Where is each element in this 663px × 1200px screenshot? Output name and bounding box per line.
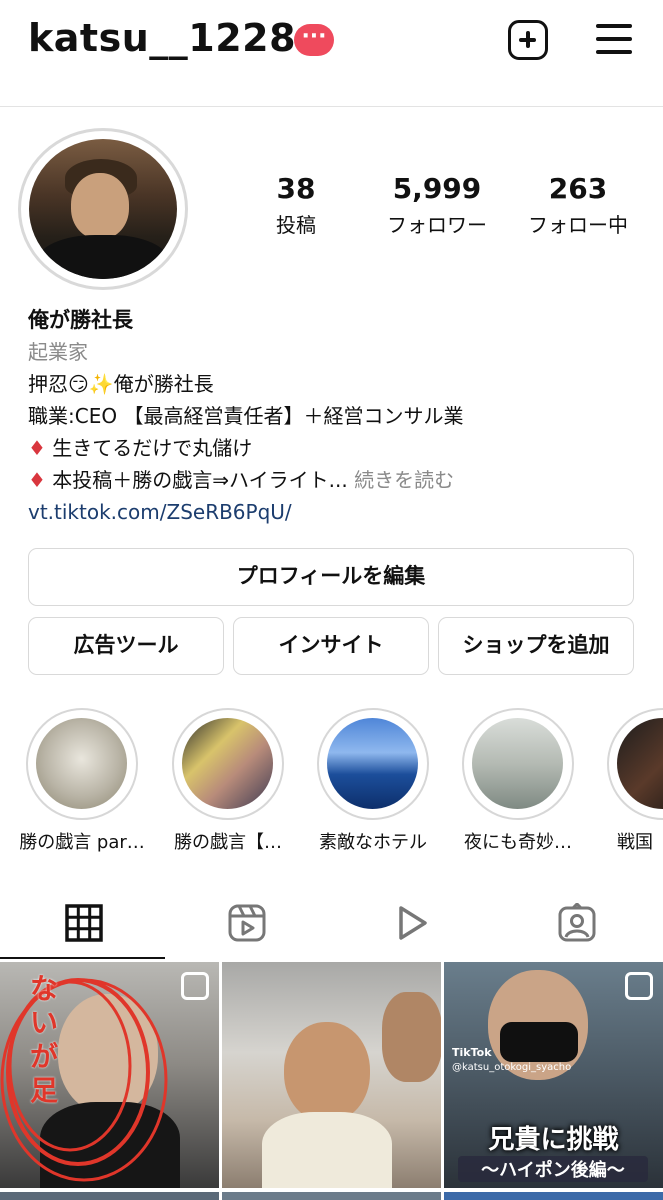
tab-video[interactable] [330,888,495,958]
post-title: 兄貴に挑戦 [488,1125,619,1155]
tiktok-handle: @katsu_otokogi_syacho [452,1062,572,1073]
post-thumbnail[interactable] [0,1192,219,1200]
grid-icon [65,904,103,942]
post-overlay-text: ないが足 [30,972,59,1107]
highlight-label: 夜にも奇妙… [464,832,572,853]
stat-posts[interactable]: 38 投稿 [254,172,338,238]
highlight-label: 勝の戯言 par… [19,832,145,853]
post-thumbnail[interactable]: TikTok @katsu_otokogi_syacho 兄貴に挑戦 〜ハイポン… [444,962,663,1188]
top-bar: katsu__1228 ··· [0,0,663,80]
highlight-item[interactable]: 勝の戯言【… [170,708,286,854]
notification-badge[interactable]: ··· [294,24,334,56]
profile-link[interactable]: vt.tiktok.com/ZSeRB6PqU/ [28,496,648,528]
post-subtitle: 〜ハイポン後編〜 [458,1156,648,1182]
post-thumbnail[interactable] [222,962,441,1188]
edit-profile-button[interactable]: プロフィールを編集 [28,548,634,606]
following-label: フォロー中 [528,213,628,237]
tab-grid[interactable] [0,888,165,959]
insights-button[interactable]: インサイト [233,617,429,675]
highlight-item[interactable]: 夜にも奇妙… [460,708,576,854]
play-icon [399,906,427,940]
add-shop-button[interactable]: ショップを追加 [438,617,634,675]
stat-followers[interactable]: 5,999 フォロワー [372,172,502,238]
header-divider [0,106,663,107]
content-tabs [0,888,663,960]
avatar-ring[interactable] [18,128,188,290]
highlight-label: 戦国 [617,832,653,853]
reel-icon [625,972,653,1000]
reel-icon [181,972,209,1000]
active-tab-indicator [0,957,165,959]
tiktok-tag: TikTok [452,1046,492,1059]
profile-name: 俺が勝社長 [28,308,133,332]
post-thumbnail[interactable] [222,1192,441,1200]
diamond-icon: ♦ [28,436,46,460]
tab-tagged[interactable] [495,888,660,958]
tab-reels[interactable] [165,888,330,958]
bio-line-diamond-1: ♦ 生きてるだけで丸儲け [28,436,253,460]
profile-category: 起業家 [28,340,88,364]
posts-count: 38 [276,172,316,205]
following-count: 263 [548,172,608,205]
reels-icon [228,904,266,942]
username-title[interactable]: katsu__1228 [28,16,296,60]
bio-line-diamond-2: ♦ 本投稿＋勝の戯言⇒ハイライト... 続きを読む [28,468,455,492]
highlight-item[interactable]: 素敵なホテル [315,708,431,854]
posts-label: 投稿 [276,213,316,237]
bio-section: 俺が勝社長 起業家 押忍😏✨俺が勝社長 職業:CEO 【最高経営責任者】＋経営コ… [28,304,648,528]
post-thumbnail[interactable] [444,1192,663,1200]
posts-grid: ないが足 TikTok @katsu_otokogi_syacho 兄貴に挑戦 … [0,962,663,1200]
menu-icon[interactable] [596,22,632,56]
highlight-item[interactable]: 勝の戯言 par… [19,708,145,854]
highlight-item[interactable]: 戦国 [605,708,663,854]
bio-line: 押忍😏✨俺が勝社長 [28,372,214,396]
highlight-label: 勝の戯言【… [174,832,282,853]
followers-count: 5,999 [392,172,482,205]
post-thumbnail[interactable]: ないが足 [0,962,219,1188]
highlight-label: 素敵なホテル [319,832,427,853]
tagged-person-icon [558,903,596,942]
followers-label: フォロワー [387,213,487,237]
ad-tools-button[interactable]: 広告ツール [28,617,224,675]
avatar [29,139,177,279]
stat-following[interactable]: 263 フォロー中 [518,172,638,238]
read-more-link[interactable]: 続きを読む [354,468,454,492]
diamond-icon: ♦ [28,468,46,492]
create-post-icon[interactable] [508,20,548,60]
bio-line: 職業:CEO 【最高経営責任者】＋経営コンサル業 [28,404,464,428]
